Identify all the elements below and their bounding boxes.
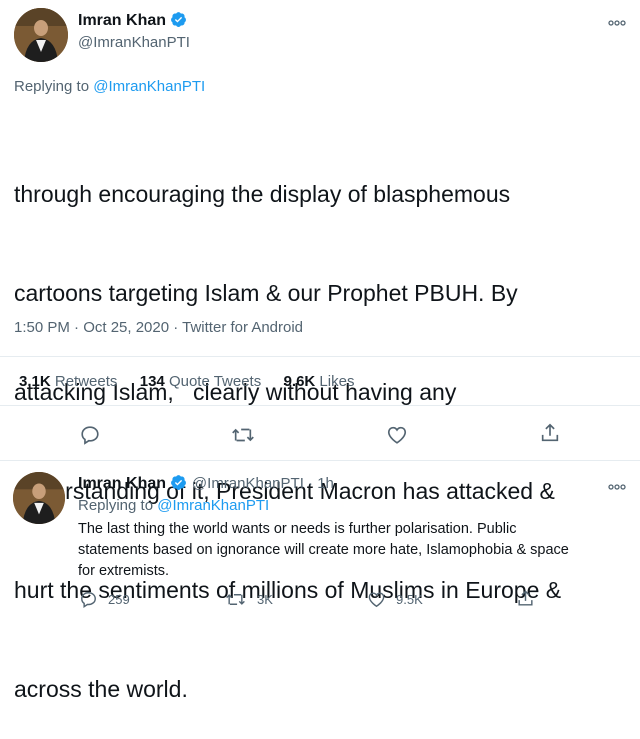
tweet-text-line: cartoons targeting Islam & our Prophet P… bbox=[14, 280, 518, 306]
divider bbox=[0, 356, 640, 357]
like-count: 9.5K bbox=[396, 592, 423, 607]
reply-share-icon[interactable] bbox=[516, 589, 535, 608]
tweet-text-line: through encouraging the display of blasp… bbox=[14, 181, 511, 207]
reply-replying-to: Replying to @ImranKhanPTI bbox=[78, 497, 269, 514]
likes-count: 9.6K bbox=[283, 373, 316, 390]
reply-text-line: for extremists. bbox=[78, 563, 170, 579]
retweets-label: Retweets bbox=[54, 373, 118, 390]
verified-badge-icon bbox=[170, 474, 187, 491]
share-icon[interactable] bbox=[539, 422, 561, 444]
author-name-text[interactable]: Imran Khan bbox=[78, 12, 166, 29]
reply-icon[interactable] bbox=[79, 424, 101, 446]
reply-author-line: Imran Khan @ImranKhanPTI · 1h bbox=[78, 474, 334, 493]
reply-reply-action[interactable]: 259 bbox=[79, 590, 130, 609]
reply-author-name[interactable]: Imran Khan bbox=[78, 475, 166, 492]
retweet-count: 3K bbox=[257, 592, 273, 607]
reply-tweet-text: The last thing the world wants or needs … bbox=[78, 519, 569, 582]
quotes-count: 134 bbox=[139, 373, 165, 390]
tweet-timestamp[interactable]: 1:50 PM · Oct 25, 2020 · Twitter for And… bbox=[14, 319, 303, 336]
reply-replying-handle-link[interactable]: @ImranKhanPTI bbox=[157, 497, 269, 514]
reply-author-handle[interactable]: @ImranKhanPTI · 1h bbox=[192, 475, 334, 492]
likes-label: Likes bbox=[319, 373, 355, 390]
reply-icon bbox=[79, 590, 98, 609]
more-options-icon[interactable] bbox=[608, 14, 626, 30]
author-handle[interactable]: @ImranKhanPTI bbox=[78, 34, 190, 51]
reply-count: 259 bbox=[108, 592, 130, 607]
replying-handle-link[interactable]: @ImranKhanPTI bbox=[93, 78, 205, 95]
retweet-icon bbox=[225, 590, 246, 609]
author-name[interactable]: Imran Khan bbox=[78, 11, 187, 30]
reply-more-options-icon[interactable] bbox=[608, 478, 626, 494]
retweets-stat[interactable]: 3.1K Retweets bbox=[19, 373, 122, 390]
retweets-count: 3.1K bbox=[19, 373, 51, 390]
reply-retweet-action[interactable]: 3K bbox=[225, 590, 273, 609]
reply-text-line: statements based on ignorance will creat… bbox=[78, 542, 569, 558]
author-avatar[interactable] bbox=[14, 8, 68, 62]
reply-like-action[interactable]: 9.5K bbox=[367, 590, 423, 609]
tweet-text-line: across the world. bbox=[14, 676, 188, 702]
retweet-icon[interactable] bbox=[231, 424, 255, 446]
quotes-label: Quote Tweets bbox=[168, 373, 262, 390]
divider bbox=[0, 405, 640, 406]
tweet-stats: 3.1K Retweets 134 Quote Tweets 9.6K Like… bbox=[19, 373, 354, 390]
reply-author-avatar[interactable] bbox=[13, 472, 65, 524]
reply-text-line: The last thing the world wants or needs … bbox=[78, 521, 517, 537]
like-icon[interactable] bbox=[386, 424, 408, 446]
divider bbox=[0, 460, 640, 461]
like-icon bbox=[367, 590, 386, 609]
likes-stat[interactable]: 9.6K Likes bbox=[284, 373, 355, 390]
reply-replying-prefix: Replying to bbox=[78, 497, 154, 514]
quotes-stat[interactable]: 134 Quote Tweets bbox=[140, 373, 266, 390]
replying-prefix: Replying to bbox=[14, 78, 90, 95]
replying-to: Replying to @ImranKhanPTI bbox=[14, 78, 205, 95]
verified-badge-icon bbox=[170, 11, 187, 28]
